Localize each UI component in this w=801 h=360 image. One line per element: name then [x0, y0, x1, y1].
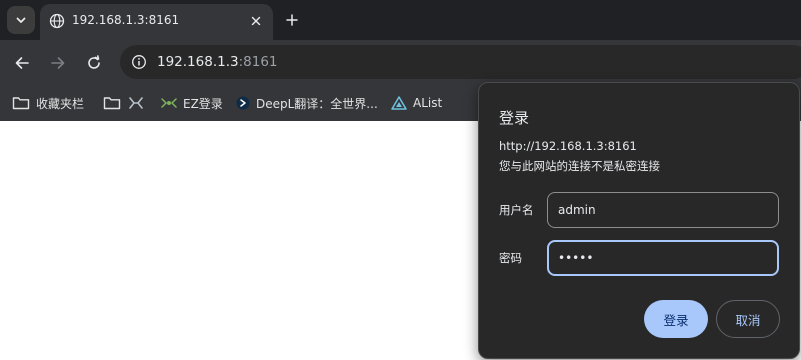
- bookmark-app[interactable]: [129, 91, 149, 115]
- password-label: 密码: [499, 251, 522, 265]
- bookmark-label: AList: [413, 96, 443, 110]
- forward-button[interactable]: [46, 51, 70, 75]
- cancel-button[interactable]: 取消: [716, 300, 780, 338]
- arrow-left-icon: [15, 57, 29, 69]
- login-button[interactable]: 登录: [644, 300, 708, 338]
- username-label: 用户名: [499, 203, 534, 217]
- toolbar: 192.168.1.3:8161: [0, 40, 801, 85]
- new-tab-button[interactable]: [281, 9, 303, 31]
- password-input[interactable]: [547, 240, 779, 276]
- tab-title: 192.168.1.3:8161: [72, 13, 180, 27]
- active-tab[interactable]: 192.168.1.3:8161: [40, 4, 273, 40]
- folder-icon: [12, 97, 30, 110]
- tab-close-button[interactable]: [245, 10, 267, 32]
- reload-icon: [88, 55, 100, 69]
- tab-strip: 192.168.1.3:8161: [0, 0, 801, 40]
- chevron-down-icon: [16, 17, 26, 23]
- reload-button[interactable]: [82, 51, 106, 75]
- bookmark-label: DeepL翻译：全世界...: [256, 96, 378, 111]
- info-icon: [132, 55, 146, 69]
- url-port: :8161: [238, 54, 278, 70]
- arrow-right-icon: [51, 57, 65, 69]
- dialog-origin: http://192.168.1.3:8161: [499, 139, 637, 153]
- site-info-button[interactable]: [127, 50, 151, 74]
- bookmark-deepl[interactable]: DeepL翻译：全世界...: [236, 91, 378, 115]
- bookmark-label: EZ登录: [183, 96, 223, 111]
- url-host: 192.168.1.3: [157, 54, 239, 70]
- plus-icon: [286, 14, 298, 26]
- app-icon: [129, 97, 143, 109]
- bookmark-alist[interactable]: AList: [391, 91, 442, 115]
- connection-warning: 您与此网站的连接不是私密连接: [499, 159, 660, 173]
- bookmark-label: 收藏夹栏: [36, 96, 85, 111]
- dialog-title: 登录: [499, 109, 530, 127]
- globe-icon: [49, 13, 65, 29]
- address-bar[interactable]: 192.168.1.3:8161: [120, 45, 801, 79]
- alist-icon: [391, 96, 407, 110]
- tab-search-button[interactable]: [7, 6, 35, 34]
- deepl-icon: [236, 96, 250, 110]
- username-input[interactable]: [547, 192, 779, 228]
- bookmark-ez-login[interactable]: EZ登录: [161, 91, 223, 115]
- login-dialog: 登录 http://192.168.1.3:8161 您与此网站的连接不是私密连…: [478, 82, 800, 359]
- bookmark-favorites-folder[interactable]: 收藏夹栏: [12, 91, 84, 115]
- back-button[interactable]: [10, 51, 34, 75]
- bookmark-folder[interactable]: [103, 91, 127, 115]
- app-icon: [161, 98, 177, 108]
- close-icon: [251, 16, 261, 26]
- folder-icon: [103, 97, 121, 110]
- url-text[interactable]: 192.168.1.3:8161: [157, 54, 278, 70]
